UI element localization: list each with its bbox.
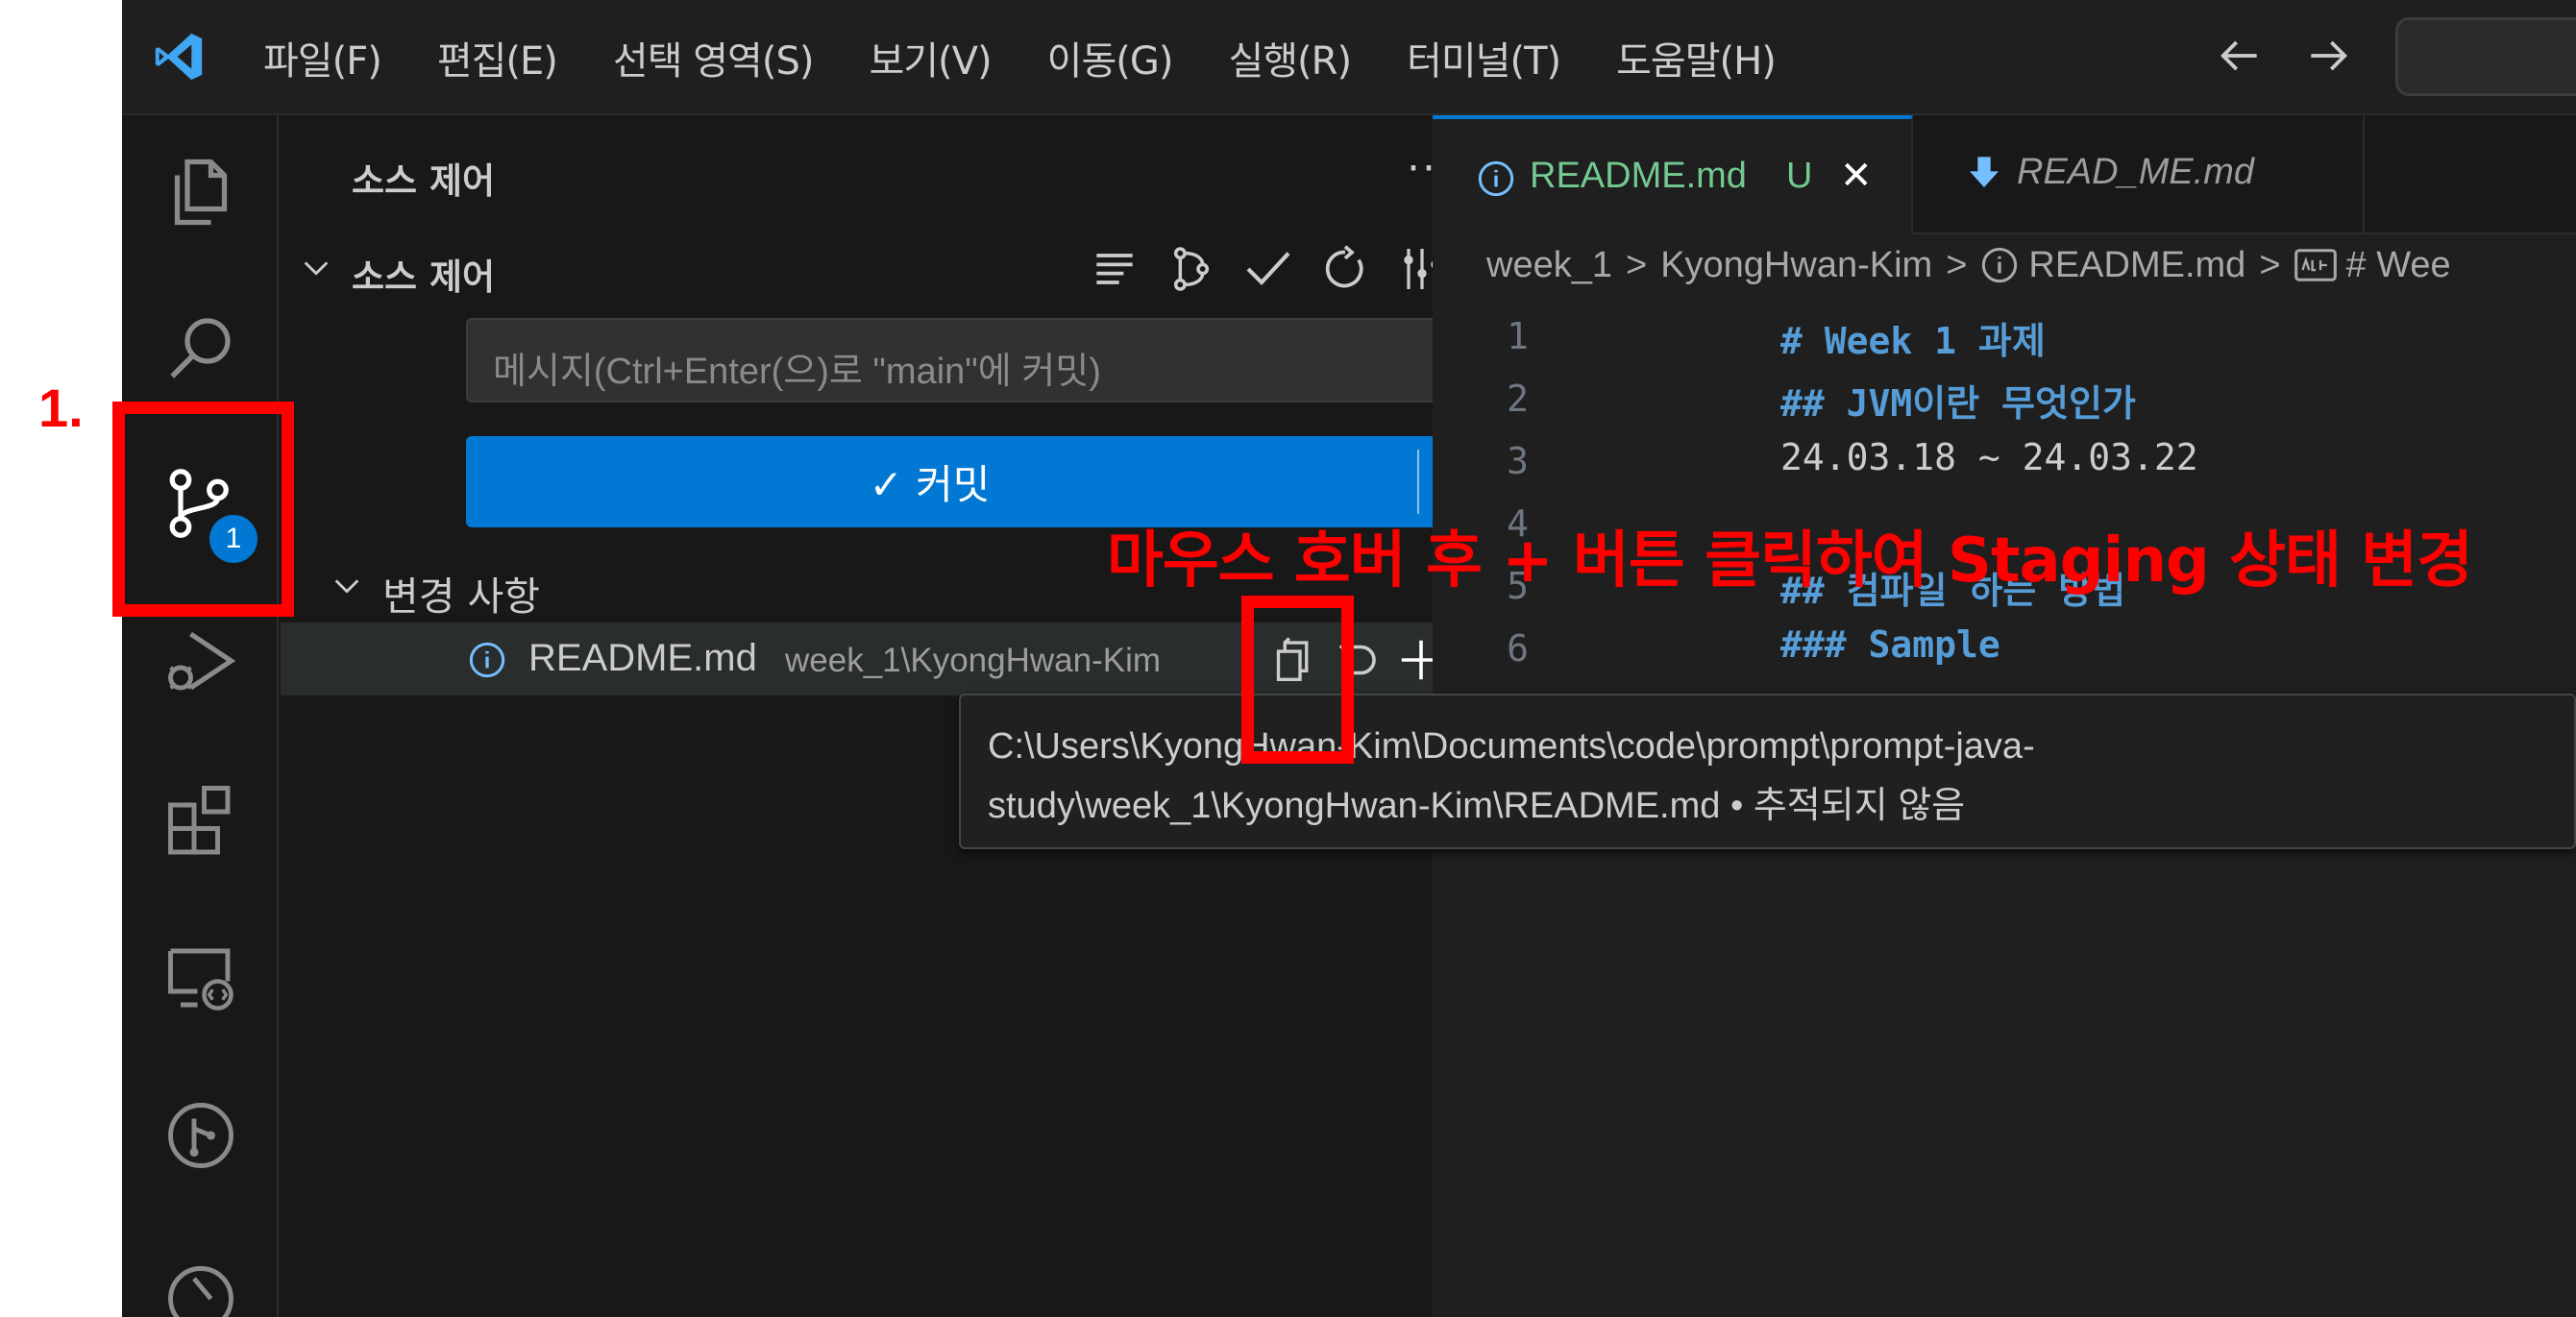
breadcrumb: week_1 > KyongHwan-Kim > README.md > # W… <box>1433 234 2576 296</box>
line-text: 24.03.18 ~ 24.03.22 <box>1780 436 2198 478</box>
file-name: README.md <box>528 637 757 679</box>
info-icon <box>469 642 505 678</box>
menu-selection[interactable]: 선택 영역(S) <box>613 30 815 85</box>
extensions-icon[interactable] <box>160 778 241 859</box>
tab-label: README.md <box>1530 156 1747 196</box>
code-line: 1 # Week 1 과제 <box>1433 307 2576 370</box>
chevron-right-icon: > <box>2259 244 2281 285</box>
chevron-right-icon: > <box>1625 244 1648 285</box>
line-text: ## JVM이란 무엇인가 <box>1780 382 2136 425</box>
tooltip-line: study\week_1\KyongHwan-Kim\README.md • 추… <box>988 786 1966 826</box>
menu-help[interactable]: 도움말(H) <box>1616 30 1777 85</box>
annotation-box-stage-button <box>1241 596 1354 764</box>
tab-label: READ_ME.md <box>2017 152 2255 192</box>
explorer-icon[interactable] <box>160 152 241 232</box>
timeline-icon[interactable] <box>160 1258 241 1317</box>
tooltip-line: C:\Users\KyongHwan-Kim\Documents\code\pr… <box>988 726 2035 767</box>
menu-view[interactable]: 보기(V) <box>869 30 992 85</box>
line-number: 2 <box>1507 378 1529 420</box>
menu-terminal[interactable]: 터미널(T) <box>1407 30 1561 85</box>
menu-go[interactable]: 이동(G) <box>1047 30 1174 85</box>
git-graph-icon[interactable] <box>160 1095 241 1176</box>
vscode-logo-icon <box>155 33 203 81</box>
annotation-step-number: 1. <box>38 378 84 438</box>
commit-divider <box>1417 450 1419 514</box>
chevron-right-icon: > <box>1946 244 1968 285</box>
command-center[interactable] <box>2395 17 2576 96</box>
branch-compare-icon[interactable] <box>1165 242 1218 296</box>
forward-arrow-icon[interactable] <box>2302 29 2356 83</box>
title-bar: 파일(F) 편집(E) 선택 영역(S) 보기(V) 이동(G) 실행(R) 터… <box>122 0 2576 115</box>
tab-read-me[interactable]: READ_ME.md <box>1913 115 2365 234</box>
changed-file-row[interactable]: README.md week_1\KyongHwan-Kim U <box>281 622 1554 695</box>
back-arrow-icon[interactable] <box>2212 29 2266 83</box>
tab-readme[interactable]: README.md U ✕ <box>1433 115 1913 234</box>
line-text: # Week 1 과제 <box>1780 320 2046 362</box>
run-debug-icon[interactable] <box>160 621 241 701</box>
breadcrumb-item[interactable]: README.md <box>2028 245 2245 286</box>
annotation-caption: 마우스 호버 후 + 버튼 클릭하여 Staging 상태 변경 <box>1107 525 2473 597</box>
activity-bar: 1 <box>122 115 279 1317</box>
menu-run[interactable]: 실행(R) <box>1228 30 1352 85</box>
file-path: week_1\KyongHwan-Kim <box>785 642 1162 679</box>
info-icon <box>1478 160 1514 197</box>
panel-title: 소스 제어 <box>352 160 496 202</box>
line-text: ### Sample <box>1780 623 2000 666</box>
chevron-down-icon <box>334 579 359 594</box>
line-number: 1 <box>1507 315 1529 357</box>
tab-status: U <box>1786 156 1813 196</box>
menu-bar: 파일(F) 편집(E) 선택 영역(S) 보기(V) 이동(G) 실행(R) 터… <box>263 0 1831 115</box>
info-icon <box>1982 247 2018 283</box>
repository-label: 소스 제어 <box>352 256 496 298</box>
tooltip-text: C:\Users\KyongHwan-Kim\Documents\code\pr… <box>988 717 2544 836</box>
commit-message-input[interactable]: 메시지(Ctrl+Enter(으)로 "main"에 커밋) <box>466 318 1513 402</box>
annotation-box-source-control <box>112 402 294 617</box>
line-number: 3 <box>1507 440 1529 482</box>
refresh-icon[interactable] <box>1318 242 1372 296</box>
download-arrow-icon <box>1970 157 1999 187</box>
chevron-down-icon <box>304 261 329 276</box>
commit-message-placeholder: 메시지(Ctrl+Enter(으)로 "main"에 커밋) <box>493 352 1101 392</box>
menu-edit[interactable]: 편집(E) <box>437 30 558 85</box>
breadcrumb-item[interactable]: KyongHwan-Kim <box>1660 245 1932 286</box>
search-icon[interactable] <box>160 307 241 388</box>
menu-file[interactable]: 파일(F) <box>263 30 382 85</box>
close-icon[interactable]: ✕ <box>1840 154 1873 198</box>
code-editor[interactable]: 1 # Week 1 과제 2 ## JVM이란 무엇인가 3 24.03.18… <box>1433 307 2576 682</box>
code-line: 2 ## JVM이란 무엇인가 <box>1433 370 2576 432</box>
breadcrumb-item[interactable]: week_1 <box>1486 245 1612 286</box>
file-path-tooltip: C:\Users\KyongHwan-Kim\Documents\code\pr… <box>959 694 2576 849</box>
line-number: 6 <box>1507 627 1529 670</box>
code-line: 6 ### Sample <box>1433 620 2576 682</box>
string-symbol-icon <box>2294 249 2337 281</box>
editor-tabs: README.md U ✕ READ_ME.md <box>1433 115 2576 234</box>
commit-check-icon[interactable] <box>1241 242 1295 296</box>
changes-label: 변경 사항 <box>382 573 540 620</box>
view-as-list-icon[interactable] <box>1088 242 1141 296</box>
remote-explorer-icon[interactable] <box>160 938 241 1018</box>
repository-section-header[interactable]: 소스 제어 <box>281 234 1554 300</box>
breadcrumb-item[interactable]: # Wee <box>2346 245 2451 286</box>
code-line: 3 24.03.18 ~ 24.03.22 <box>1433 432 2576 495</box>
